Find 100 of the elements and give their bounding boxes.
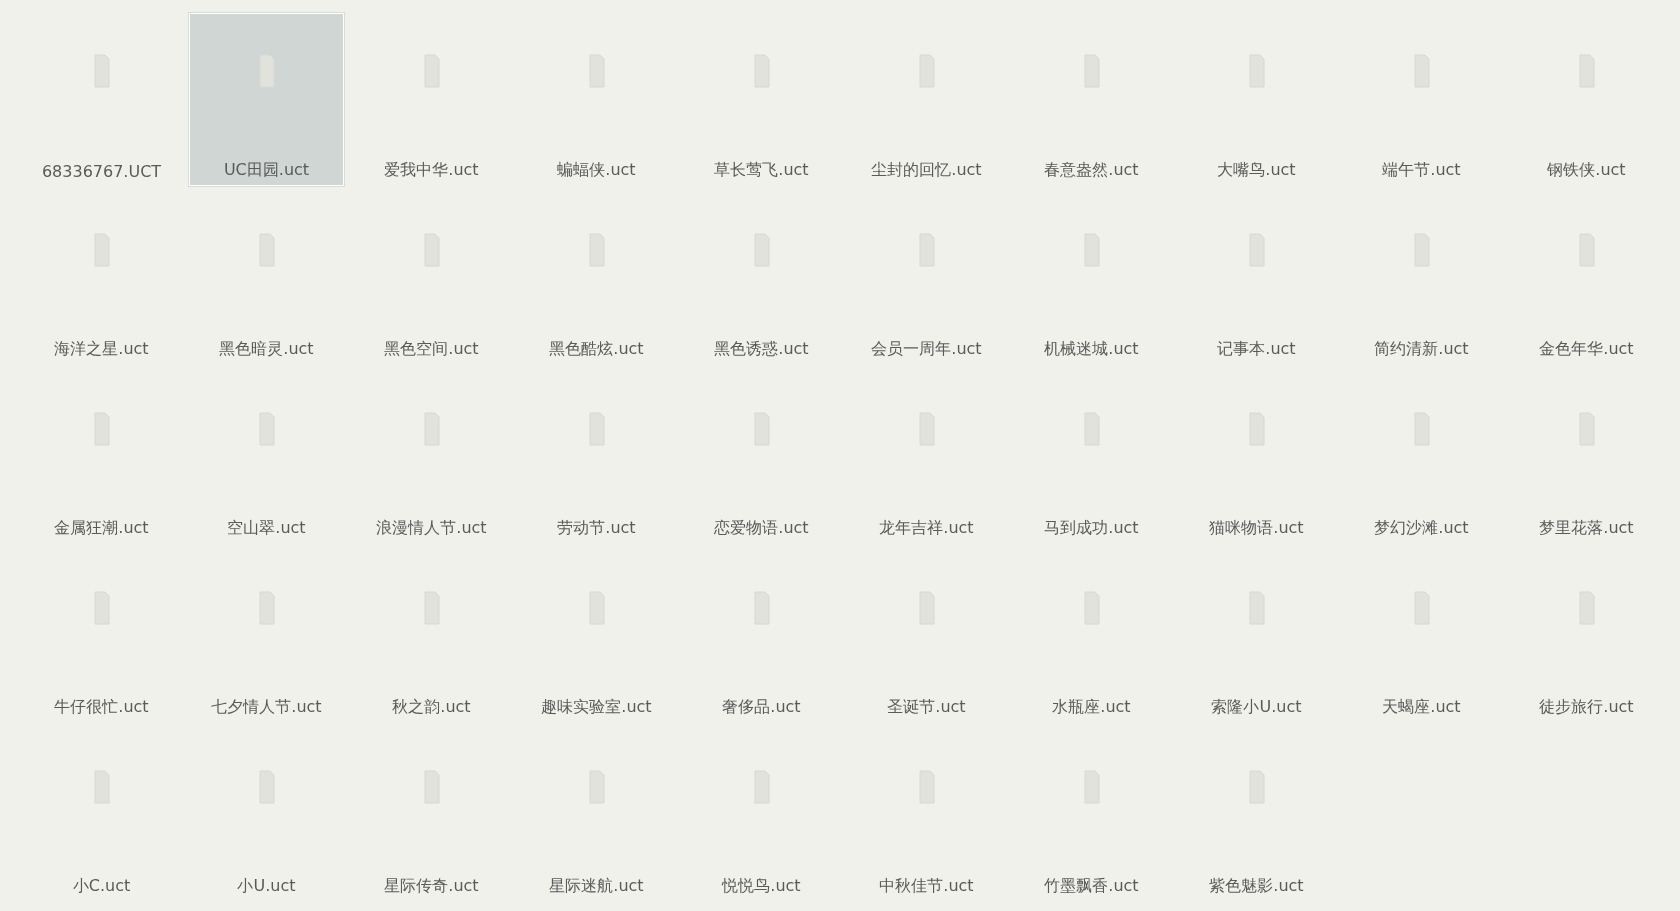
file-icon (423, 591, 440, 625)
file-icon (918, 54, 935, 88)
file-name: 黑色空间.uct (384, 339, 479, 360)
file-item[interactable]: 浪漫情人节.uct (354, 371, 509, 544)
file-item[interactable]: 天蝎座.uct (1344, 550, 1499, 723)
file-item[interactable]: 牛仔很忙.uct (24, 550, 179, 723)
file-item[interactable]: 会员一周年.uct (849, 192, 1004, 365)
file-item[interactable]: 黑色空间.uct (354, 192, 509, 365)
file-item[interactable]: 猫咪物语.uct (1179, 371, 1334, 544)
file-icon (423, 412, 440, 446)
file-item[interactable]: 圣诞节.uct (849, 550, 1004, 723)
file-item[interactable]: 大嘴鸟.uct (1179, 13, 1334, 186)
file-name: 记事本.uct (1217, 339, 1296, 360)
file-icon (918, 770, 935, 804)
file-item[interactable]: 中秋佳节.uct (849, 729, 1004, 902)
file-name: 大嘴鸟.uct (1217, 160, 1296, 181)
file-icon (1248, 770, 1265, 804)
file-item[interactable]: 龙年吉祥.uct (849, 371, 1004, 544)
file-name: 水瓶座.uct (1052, 697, 1131, 718)
file-item[interactable]: 水瓶座.uct (1014, 550, 1169, 723)
file-icon (1248, 54, 1265, 88)
file-icon (1083, 233, 1100, 267)
file-icon (588, 54, 605, 88)
file-item[interactable]: 钢铁侠.uct (1509, 13, 1664, 186)
file-name: 简约清新.uct (1374, 339, 1469, 360)
file-item[interactable]: 黑色诱惑.uct (684, 192, 839, 365)
file-item[interactable]: 七夕情人节.uct (189, 550, 344, 723)
file-item[interactable]: 黑色酷炫.uct (519, 192, 674, 365)
file-item[interactable]: 恋爱物语.uct (684, 371, 839, 544)
file-item[interactable]: 草长莺飞.uct (684, 13, 839, 186)
file-item[interactable]: 记事本.uct (1179, 192, 1334, 365)
file-item[interactable]: 机械迷城.uct (1014, 192, 1169, 365)
file-item[interactable]: 小C.uct (24, 729, 179, 902)
file-name: 海洋之星.uct (54, 339, 149, 360)
file-item[interactable]: 金色年华.uct (1509, 192, 1664, 365)
file-item[interactable]: 紫色魅影.uct (1179, 729, 1334, 902)
file-icon (1413, 233, 1430, 267)
file-item[interactable]: 马到成功.uct (1014, 371, 1169, 544)
file-item[interactable]: 星际迷航.uct (519, 729, 674, 902)
file-item[interactable]: 金属狂潮.uct (24, 371, 179, 544)
file-item[interactable]: 梦里花落.uct (1509, 371, 1664, 544)
file-name: 金色年华.uct (1539, 339, 1634, 360)
file-name: 黑色酷炫.uct (549, 339, 644, 360)
file-item[interactable]: 悦悦鸟.uct (684, 729, 839, 902)
file-item[interactable]: 趣味实验室.uct (519, 550, 674, 723)
file-icon (1578, 54, 1595, 88)
file-icon (1413, 591, 1430, 625)
file-item[interactable]: 空山翠.uct (189, 371, 344, 544)
file-name: 马到成功.uct (1044, 518, 1139, 539)
file-name: 小U.uct (237, 876, 296, 897)
file-name: 牛仔很忙.uct (54, 697, 149, 718)
file-item[interactable]: 简约清新.uct (1344, 192, 1499, 365)
file-item[interactable]: 劳动节.uct (519, 371, 674, 544)
file-item[interactable]: 星际传奇.uct (354, 729, 509, 902)
file-name: 秋之韵.uct (392, 697, 471, 718)
file-icon (1413, 54, 1430, 88)
file-icon (1083, 54, 1100, 88)
file-item[interactable]: 端午节.uct (1344, 13, 1499, 186)
file-item[interactable]: 奢侈品.uct (684, 550, 839, 723)
file-name: 竹墨飘香.uct (1044, 876, 1139, 897)
file-item[interactable]: 竹墨飘香.uct (1014, 729, 1169, 902)
file-name: 中秋佳节.uct (879, 876, 974, 897)
file-icon (93, 233, 110, 267)
file-name: 梦幻沙滩.uct (1374, 518, 1469, 539)
file-icon (1248, 412, 1265, 446)
file-item[interactable]: 小U.uct (189, 729, 344, 902)
file-item[interactable]: UC田园.uct (189, 13, 344, 186)
file-icon (753, 591, 770, 625)
file-icon (423, 770, 440, 804)
file-name: 圣诞节.uct (887, 697, 966, 718)
file-icon (1248, 591, 1265, 625)
file-item[interactable]: 秋之韵.uct (354, 550, 509, 723)
file-item[interactable]: 爱我中华.uct (354, 13, 509, 186)
file-name: 会员一周年.uct (871, 339, 982, 360)
file-name: 悦悦鸟.uct (722, 876, 801, 897)
file-name: 龙年吉祥.uct (879, 518, 974, 539)
file-icon (588, 412, 605, 446)
file-icon (93, 412, 110, 446)
file-icon (588, 233, 605, 267)
file-name: 趣味实验室.uct (541, 697, 652, 718)
file-item[interactable]: 海洋之星.uct (24, 192, 179, 365)
file-item[interactable]: 梦幻沙滩.uct (1344, 371, 1499, 544)
file-item[interactable]: 索隆小U.uct (1179, 550, 1334, 723)
file-icon (588, 591, 605, 625)
file-icon (753, 54, 770, 88)
file-icon (258, 233, 275, 267)
file-item[interactable]: 黑色暗灵.uct (189, 192, 344, 365)
file-icon (753, 412, 770, 446)
file-item[interactable]: 尘封的回忆.uct (849, 13, 1004, 186)
file-icon (1083, 591, 1100, 625)
file-name: 金属狂潮.uct (54, 518, 149, 539)
file-item[interactable]: 68336767.UCT (24, 13, 179, 186)
file-name: 黑色暗灵.uct (219, 339, 314, 360)
file-item[interactable]: 徒步旅行.uct (1509, 550, 1664, 723)
file-name: 黑色诱惑.uct (714, 339, 809, 360)
file-name: 草长莺飞.uct (714, 160, 809, 181)
file-item[interactable]: 蝙蝠侠.uct (519, 13, 674, 186)
file-name: 劳动节.uct (557, 518, 636, 539)
file-name: 徒步旅行.uct (1539, 697, 1634, 718)
file-item[interactable]: 春意盎然.uct (1014, 13, 1169, 186)
